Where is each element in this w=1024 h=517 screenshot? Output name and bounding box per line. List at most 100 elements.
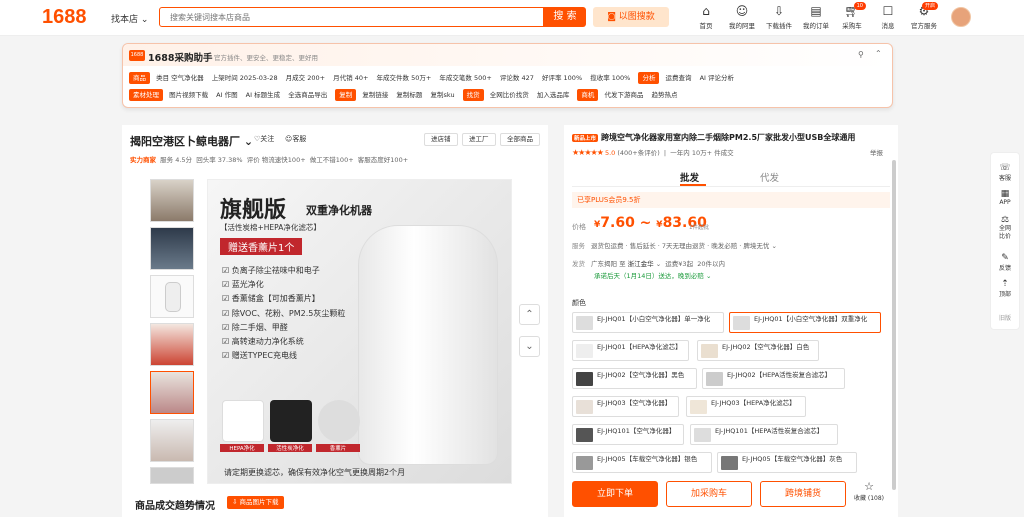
shop-name[interactable]: 揭阳空港区卜鲸电器厂 ⌄ — [130, 133, 253, 149]
enter-factory-button[interactable]: 进工厂 — [462, 133, 496, 146]
chevron-down-icon: ⌄ — [771, 242, 777, 250]
tab-wholesale[interactable]: 批发 — [680, 170, 699, 184]
nav-cart[interactable]: 🛒︎ 采购车 10 — [832, 2, 872, 30]
tab-dropship[interactable]: 代发 — [760, 170, 779, 184]
destination-selector[interactable]: 浙江金华 — [628, 260, 654, 268]
buy-now-button[interactable]: 立即下单 — [572, 481, 658, 507]
trend-title: 商品成交趋势情况 — [135, 501, 215, 512]
trend-hotspot-link[interactable]: 趋势热点 — [652, 91, 678, 99]
rating-row: ★★★★★ 5.0 (400+条评价) | 一年内 10万+ 件成交 — [572, 148, 734, 157]
cross-border-listing-button[interactable]: 跨境铺货 — [760, 481, 846, 507]
sidebar-old-version[interactable]: 旧版 — [991, 313, 1019, 322]
nav-my-ali[interactable]: ☺ 我的阿里 — [722, 5, 762, 31]
main-product-image[interactable]: 旗舰版 双重净化机器 【活性炭棉+HEPA净化滤芯】 赠送香薰片1个 ☑ 负离子… — [207, 179, 512, 484]
add-to-cart-button[interactable]: 加采购车 — [666, 481, 752, 507]
helper-item: 月代销 40+ — [333, 74, 369, 82]
copy-title[interactable]: 复制标题 — [396, 91, 422, 99]
nav-messages[interactable]: ☐ 消息 — [868, 4, 908, 31]
downstream-products-link[interactable]: 代发下游商品 — [604, 91, 643, 99]
search-box — [159, 7, 544, 27]
color-option[interactable]: EJ-JHQ05【车载空气净化器】灰色 — [717, 452, 857, 473]
favorite-button[interactable]: ☆ 收藏 (108) — [852, 480, 886, 503]
tag-copy: 复制 — [335, 89, 357, 101]
customer-service-button[interactable]: ☺客服 — [285, 134, 306, 144]
search-input[interactable] — [160, 8, 543, 26]
helper-item: 月成交 200+ — [285, 74, 326, 82]
gallery-up-button[interactable]: ⌃ — [519, 304, 540, 325]
image-video-download-link[interactable]: 图片视频下载 — [169, 91, 208, 99]
tag-opportunity: 商机 — [577, 89, 599, 101]
color-option[interactable]: EJ-JHQ01【HEPA净化滤芯】 — [572, 340, 689, 361]
find-shop-dropdown[interactable]: 找本店 ⌄ — [111, 12, 148, 25]
report-link[interactable]: 举报 — [870, 147, 883, 157]
color-option[interactable]: EJ-JHQ03【空气净化器】 — [572, 396, 679, 417]
enter-shop-button[interactable]: 进店铺 — [424, 133, 458, 146]
thumbnail[interactable] — [150, 275, 194, 318]
nav-download-plugin[interactable]: ⇩ 下载插件 — [759, 5, 799, 31]
ai-title-link[interactable]: AI 标题生成 — [246, 91, 280, 99]
compare-price-link[interactable]: 全网比价找货 — [490, 91, 529, 99]
meta-value: 37.38% — [217, 156, 243, 164]
color-option[interactable]: EJ-JHQ101【空气净化器】 — [572, 424, 684, 445]
copy-sku[interactable]: 复制sku — [431, 91, 455, 99]
service-row[interactable]: 服务 退货包运费 · 售后延长 · 7天无理由退货 · 晚发必赔 · 脾境无忧 ⌄ — [572, 240, 777, 250]
filter-label: 活性炭净化 — [268, 444, 312, 452]
color-option[interactable]: EJ-JHQ101【HEPA活性炭复合滤芯】 — [690, 424, 838, 445]
site-logo[interactable]: 1688 — [42, 6, 87, 29]
thumbnail[interactable] — [150, 371, 194, 414]
cart-icon: 🛒︎ — [844, 4, 860, 18]
order-icon: ▤ — [810, 4, 822, 18]
helper-item: 评论数 427 — [499, 74, 534, 82]
carbon-filter-image — [270, 400, 312, 442]
star-rating-icon: ★★★★★ — [572, 148, 604, 157]
color-option[interactable]: EJ-JHQ01【小白空气净化器】双重净化 — [729, 312, 881, 333]
sidebar-app[interactable]: ▦ APP — [991, 189, 1019, 206]
meta-label: 评价 — [246, 156, 260, 164]
service-badge: 开启 — [921, 2, 938, 10]
follow-button[interactable]: ♡关注 — [254, 134, 274, 144]
color-option[interactable]: EJ-JHQ01【小白空气净化器】单一净化 — [572, 312, 724, 333]
search-button[interactable]: 搜 索 — [544, 7, 586, 27]
sidebar-service[interactable]: ☏ 客服 — [991, 163, 1019, 182]
thumbnail[interactable] — [150, 323, 194, 366]
color-option[interactable]: EJ-JHQ02【空气净化器】黑色 — [572, 368, 697, 389]
ai-draw-link[interactable]: AI 作图 — [216, 91, 237, 99]
message-icon: ☐ — [882, 4, 894, 18]
color-option[interactable]: EJ-JHQ05【车载空气净化器】银色 — [572, 452, 712, 473]
nav-home[interactable]: ⌂ 首页 — [686, 5, 726, 31]
review-count[interactable]: (400+条评价) — [617, 149, 659, 157]
avatar[interactable] — [951, 7, 971, 27]
sales-count: 一年内 10万+ 件成交 — [670, 149, 734, 157]
sidebar-feedback[interactable]: ✎ 反馈 — [991, 253, 1019, 272]
thumbnail[interactable] — [150, 467, 194, 484]
sidebar-compare[interactable]: ⚖ 全网比价 — [991, 215, 1019, 241]
gallery-down-button[interactable]: ⌄ — [519, 336, 540, 357]
nav-my-orders[interactable]: ▤ 我的订单 — [796, 4, 836, 31]
filter-label: HEPA净化 — [220, 444, 264, 452]
top-bar: 1688 找本店 ⌄ 搜 索 ◙ 以图搜款 ⌂首页 ☺我的阿里 ⇩下载插件 ▤我… — [0, 0, 1024, 36]
color-option[interactable]: EJ-JHQ03【HEPA净化滤芯】 — [686, 396, 806, 417]
ai-review-analysis-link[interactable]: AI 评论分析 — [700, 74, 734, 82]
pin-icon[interactable]: ⚲ — [858, 50, 864, 59]
thumbnail[interactable] — [150, 419, 194, 462]
chevron-down-icon: ⌄ — [140, 15, 149, 25]
image-headline: 旗舰版 — [220, 198, 287, 223]
copy-link[interactable]: 复制链接 — [362, 91, 388, 99]
thumbnail[interactable] — [150, 179, 194, 222]
image-feature-list: ☑ 负离子除尘祛味中和电子 ☑ 蓝光净化 ☑ 香薰储盒【可加香薰片】 ☑ 除VO… — [222, 266, 346, 361]
chevron-up-icon[interactable]: ⌃ — [875, 49, 882, 58]
image-search-button[interactable]: ◙ 以图搜款 — [593, 7, 669, 27]
nav-official-service[interactable]: ⚙ 官方服务 开启 — [904, 2, 944, 30]
star-icon: ☆ — [864, 480, 874, 493]
helper-item[interactable]: 类目 空气净化器 — [156, 74, 204, 82]
all-products-button[interactable]: 全部商品 — [500, 133, 540, 146]
download-images-button[interactable]: ⇩ 商品图片下载 — [227, 496, 284, 509]
thumbnail[interactable] — [150, 227, 194, 270]
color-option[interactable]: EJ-JHQ02【HEPA活性炭复合滤芯】 — [702, 368, 845, 389]
freight-query-link[interactable]: 运费查询 — [666, 74, 692, 82]
add-selection-link[interactable]: 加入选品库 — [537, 91, 570, 99]
scrollbar[interactable] — [892, 160, 896, 490]
sidebar-top[interactable]: ⇡ 顶部 — [991, 279, 1019, 298]
color-option[interactable]: EJ-JHQ02【空气净化器】白色 — [697, 340, 819, 361]
export-products-link[interactable]: 全选商品导出 — [288, 91, 327, 99]
